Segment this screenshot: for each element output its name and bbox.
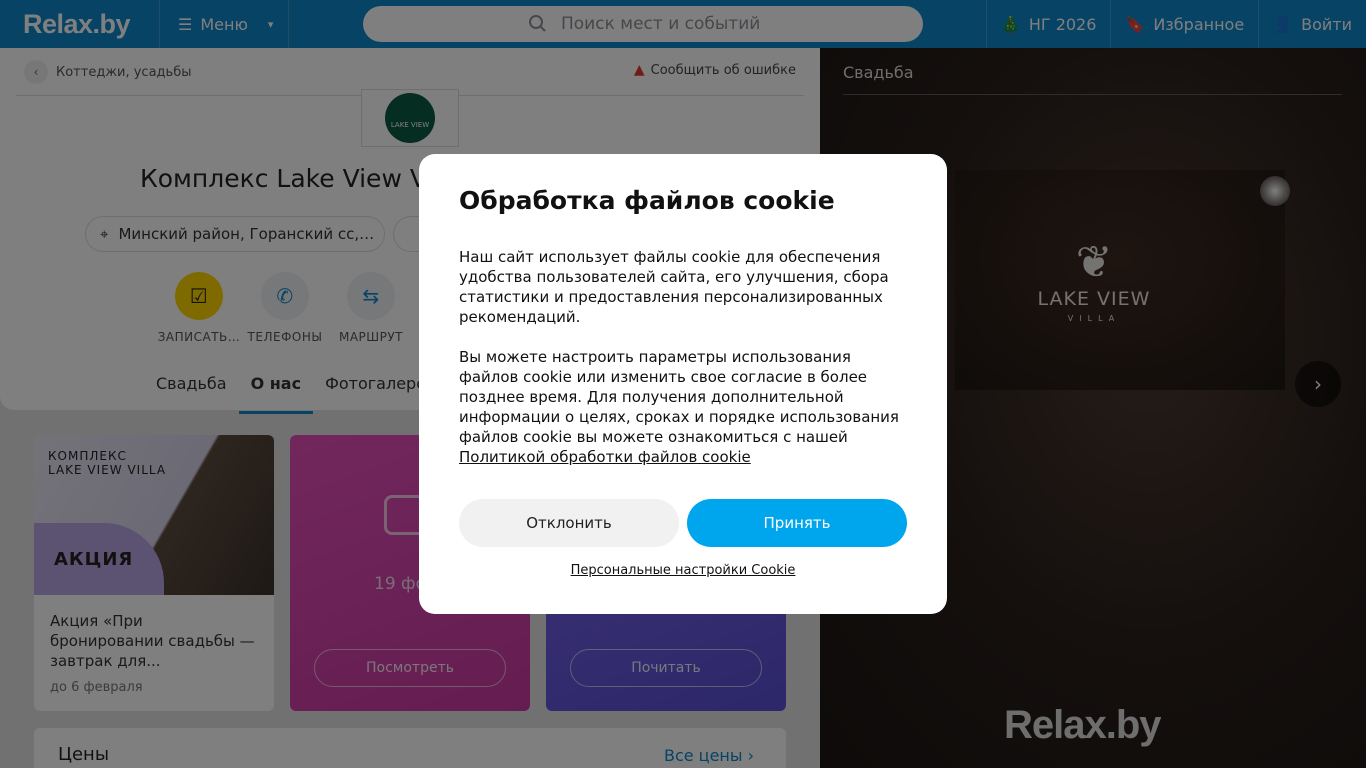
- cookie-paragraph-2: Вы можете настроить параметры использова…: [459, 347, 907, 467]
- cookie-policy-link[interactable]: Политикой обработки файлов cookie: [459, 448, 751, 466]
- cookie-paragraph-2-text: Вы можете настроить параметры использова…: [459, 348, 899, 446]
- personal-cookie-settings-link[interactable]: Персональные настройки Cookie: [459, 563, 907, 578]
- decline-button[interactable]: Отклонить: [459, 499, 679, 547]
- cookie-paragraph-1: Наш сайт использует файлы cookie для обе…: [459, 248, 889, 326]
- accept-button[interactable]: Принять: [687, 499, 907, 547]
- cookie-dialog: Обработка файлов cookie Наш сайт использ…: [419, 154, 947, 614]
- cookie-buttons: Отклонить Принять: [459, 499, 907, 547]
- cookie-title: Обработка файлов cookie: [459, 186, 835, 215]
